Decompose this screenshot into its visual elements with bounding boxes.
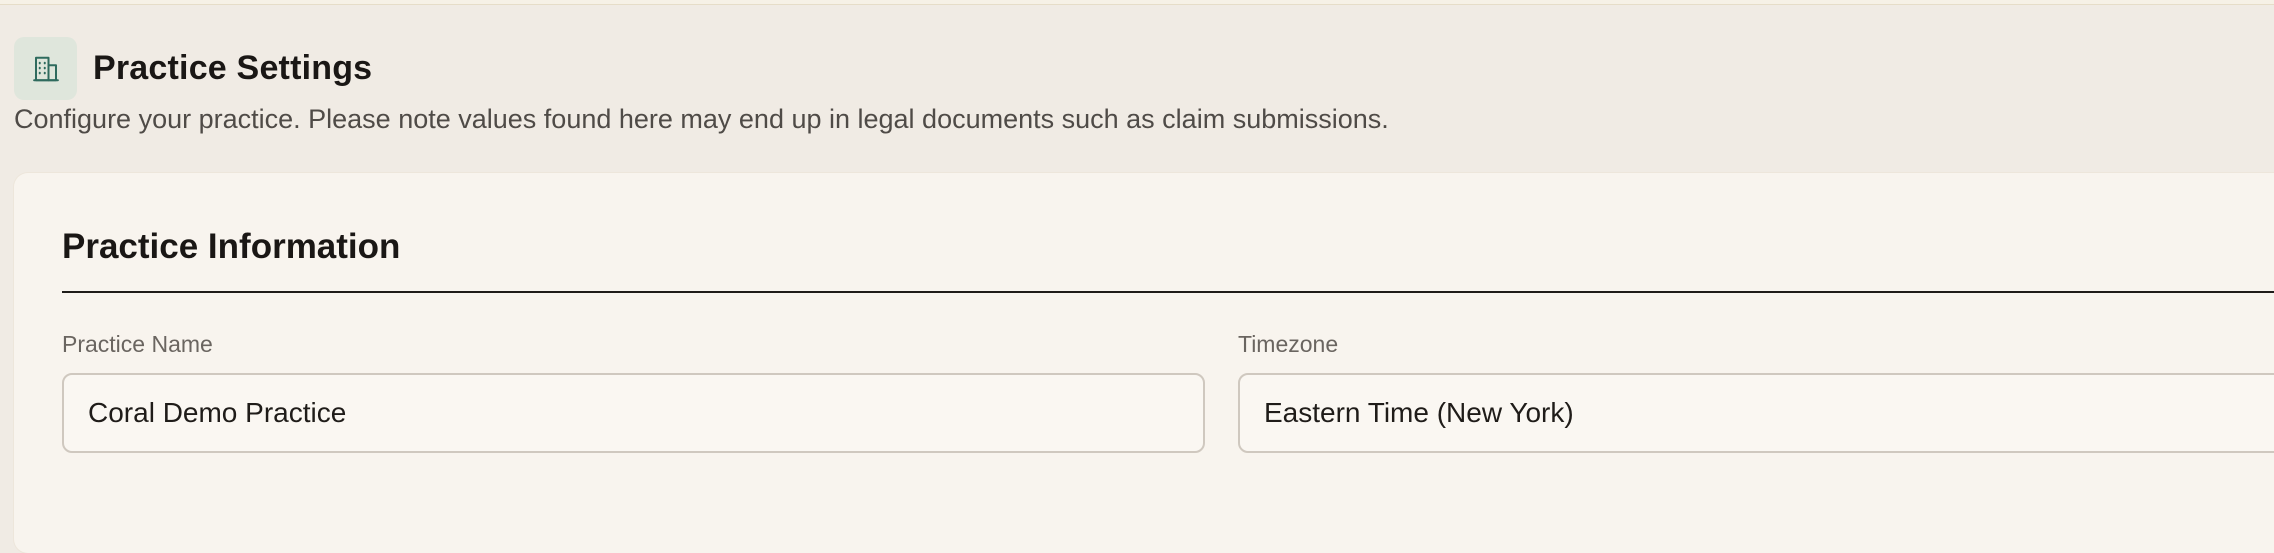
section-title: Practice Information [62, 227, 401, 266]
top-border [0, 0, 2274, 5]
practice-name-field: Practice Name [62, 330, 1205, 453]
timezone-select[interactable] [1238, 373, 2274, 453]
practice-information-card: Practice Information Practice Name Timez… [14, 173, 2274, 553]
practice-name-input[interactable] [62, 373, 1205, 453]
practice-name-label: Practice Name [62, 331, 213, 357]
page-header: Practice Settings [14, 37, 372, 100]
building-icon [14, 37, 77, 100]
timezone-label: Timezone [1238, 331, 1339, 357]
page-subtitle: Configure your practice. Please note val… [14, 104, 1389, 134]
page-title: Practice Settings [93, 49, 373, 87]
section-divider [62, 291, 2274, 293]
timezone-field: Timezone [1238, 330, 2274, 453]
